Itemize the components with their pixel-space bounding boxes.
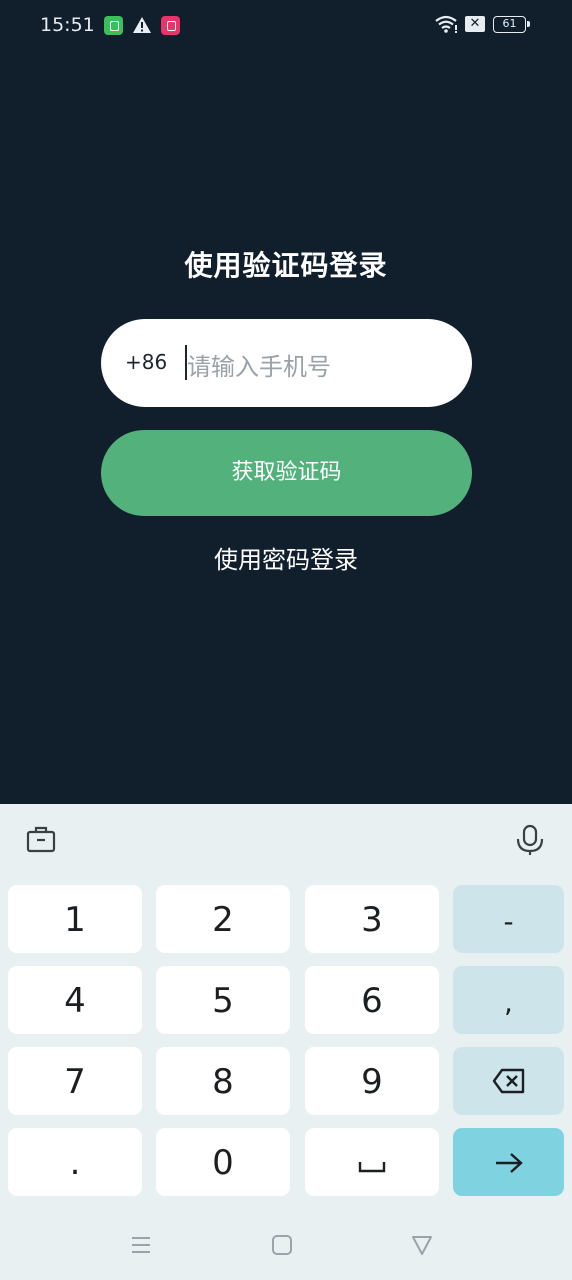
wifi-icon: [435, 15, 457, 33]
key-2[interactable]: 2: [156, 885, 290, 953]
key-9[interactable]: 9: [305, 1047, 439, 1115]
key-label: 5: [212, 981, 234, 1021]
key-label: -: [503, 905, 514, 938]
microphone-icon[interactable]: [514, 824, 546, 856]
space-icon: [358, 1162, 386, 1173]
enter-key[interactable]: [453, 1128, 564, 1196]
key-label: 7: [64, 1062, 86, 1102]
key-8[interactable]: 8: [156, 1047, 290, 1115]
back-nav-icon[interactable]: [411, 1234, 433, 1256]
get-code-button[interactable]: 获取验证码: [101, 430, 472, 516]
app-notification-icon: [104, 16, 123, 35]
backspace-key[interactable]: [453, 1047, 564, 1115]
key-label: 8: [212, 1062, 234, 1102]
key-minus[interactable]: -: [453, 885, 564, 953]
status-bar: 15:51 ✕ 61: [0, 0, 572, 52]
no-sim-icon: ✕: [465, 16, 485, 32]
key-7[interactable]: 7: [8, 1047, 142, 1115]
menu-nav-icon[interactable]: [130, 1234, 152, 1256]
key-label: 6: [361, 981, 383, 1021]
key-6[interactable]: 6: [305, 966, 439, 1034]
key-label: 3: [361, 900, 383, 940]
key-4[interactable]: 4: [8, 966, 142, 1034]
warning-icon: [133, 17, 151, 33]
phone-input[interactable]: 请输入手机号: [187, 347, 331, 382]
home-nav-icon[interactable]: [271, 1234, 293, 1256]
app-notification-icon: [161, 16, 180, 35]
numeric-keyboard: 1 2 3 - 4 5 6 , 7 8 9 . 0: [0, 804, 572, 1280]
key-3[interactable]: 3: [305, 885, 439, 953]
space-key[interactable]: [305, 1128, 439, 1196]
battery-icon: 61: [493, 16, 530, 33]
enter-arrow-icon: [495, 1153, 523, 1173]
status-time: 15:51: [40, 14, 95, 36]
toolbox-icon[interactable]: [26, 824, 56, 854]
backspace-icon: [492, 1068, 524, 1094]
key-label: 1: [64, 900, 86, 940]
key-label: ,: [504, 986, 513, 1019]
password-login-link[interactable]: 使用密码登录: [0, 540, 572, 575]
key-label: .: [69, 1143, 81, 1183]
key-dot[interactable]: .: [8, 1128, 142, 1196]
phone-field[interactable]: +86 请输入手机号: [101, 319, 472, 407]
key-1[interactable]: 1: [8, 885, 142, 953]
key-label: 2: [212, 900, 234, 940]
key-0[interactable]: 0: [156, 1128, 290, 1196]
key-5[interactable]: 5: [156, 966, 290, 1034]
key-label: 9: [361, 1062, 383, 1102]
navigation-bar: [0, 1220, 572, 1270]
page-title: 使用验证码登录: [184, 249, 388, 282]
country-code-selector[interactable]: +86: [125, 350, 167, 374]
key-label: 0: [212, 1143, 234, 1183]
key-comma[interactable]: ,: [453, 966, 564, 1034]
key-label: 4: [64, 981, 86, 1021]
